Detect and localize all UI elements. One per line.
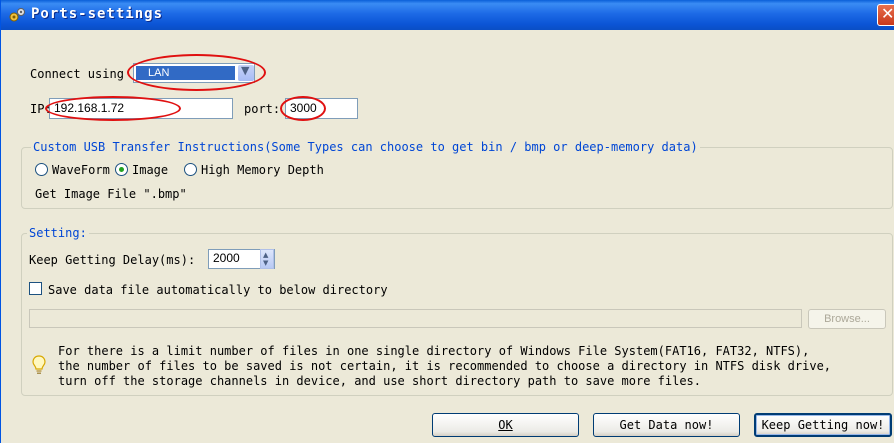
info-line-3: turn off the storage channels in device,… (58, 374, 701, 388)
spinner-down-icon[interactable]: ▼ (263, 259, 268, 267)
info-line-2: the number of files to be saved is not c… (58, 359, 832, 373)
delay-input-value: 2000 (213, 251, 240, 265)
connect-using-label: Connect using (30, 67, 124, 81)
close-icon: ✕ (881, 4, 894, 23)
save-automatically-label: Save data file automatically to below di… (48, 283, 388, 297)
setting-group-title: Setting: (27, 226, 89, 240)
lightbulb-icon (32, 355, 46, 374)
usb-group-title: Custom USB Transfer Instructions(Some Ty… (31, 140, 700, 154)
keep-getting-now-button[interactable]: Keep Getting now! (754, 413, 892, 437)
annotation-oval-ip (45, 96, 181, 121)
get-data-now-button[interactable]: Get Data now! (593, 413, 740, 437)
radio-high-memory-depth[interactable] (184, 163, 197, 176)
delay-label: Keep Getting Delay(ms): (29, 253, 196, 267)
spinner-up-icon[interactable]: ▲ (263, 251, 268, 259)
save-automatically-checkbox[interactable] (29, 282, 42, 295)
directory-path-input[interactable] (29, 309, 802, 328)
radio-high-memory-depth-label: High Memory Depth (201, 163, 324, 177)
radio-waveform-label: WaveForm (52, 163, 110, 177)
browse-button[interactable]: Browse... (808, 309, 886, 329)
radio-waveform[interactable] (35, 163, 48, 176)
ports-settings-icon (9, 8, 25, 22)
annotation-oval-port (280, 96, 326, 121)
radio-image[interactable] (115, 163, 128, 176)
port-label: port: (244, 102, 281, 116)
ports-settings-window: Ports-settings ✕ Connect using LAN ▼ IP:… (0, 0, 894, 443)
title-bar[interactable]: Ports-settings ✕ (1, 0, 894, 30)
info-line-1: For there is a limit number of files in … (58, 344, 810, 358)
file-type-note: Get Image File ".bmp" (35, 187, 187, 201)
ok-button-label: OK (498, 418, 513, 432)
delay-spinner[interactable]: ▲ ▼ (260, 249, 274, 269)
annotation-oval-connection (127, 54, 266, 91)
close-button[interactable]: ✕ (877, 4, 894, 26)
ok-button[interactable]: OK (432, 413, 579, 437)
window-title: Ports-settings (31, 6, 164, 22)
radio-image-label: Image (132, 163, 169, 177)
